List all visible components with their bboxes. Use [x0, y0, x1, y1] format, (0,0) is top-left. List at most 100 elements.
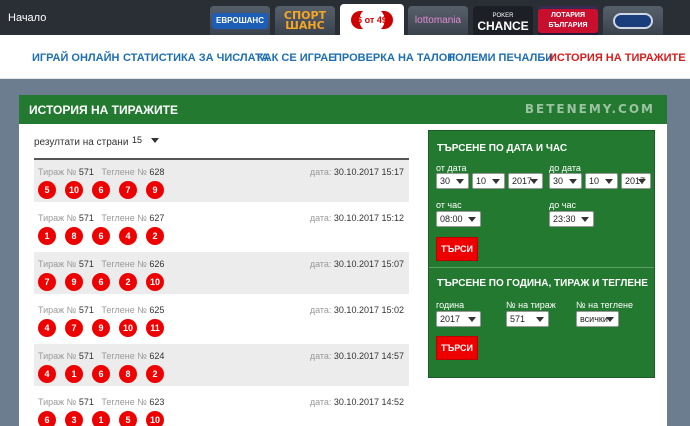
nav-number-statistics[interactable]: СТАТИСТИКА ЗА ЧИСЛАТА [123, 52, 269, 64]
date-label: дата: [309, 167, 332, 177]
draw-date: дата: 30.10.2017 15:12 [310, 213, 404, 223]
draw-label: Тираж № [38, 259, 77, 269]
draw-label: Тираж № [38, 351, 77, 361]
number-ball: 10 [146, 411, 164, 426]
from-year-select[interactable]: 2017 [508, 173, 543, 189]
drawn-numbers: 4 7 9 10 11 [38, 319, 164, 337]
from-date-label: от дата [436, 163, 467, 173]
nav-big-wins[interactable]: ГОЛЕМИ ПЕЧАЛБИ [449, 52, 553, 64]
drawn-numbers: 18642 [38, 227, 164, 245]
nav-draw-history[interactable]: ИСТОРИЯ НА ТИРАЖИТЕ [549, 52, 686, 64]
tab-sport-chance[interactable]: СПОРТ ШАНС [275, 6, 335, 35]
from-month-select[interactable]: 10 [472, 173, 505, 189]
from-time-select[interactable]: 08:00 [436, 211, 481, 227]
draw-row: Тираж № 571 Теглене № 626 дата: 30.10.201… [34, 252, 409, 294]
number-ball: 6 [92, 227, 110, 245]
nav-play-online[interactable]: ИГРАЙ ОНЛАЙН [32, 52, 119, 64]
number-ball: 6 [92, 273, 110, 291]
draw-row: Тираж № 571 Теглене № 624 дата: 30.10.201… [34, 344, 409, 386]
nav-ticket-check[interactable]: ПРОВЕРКА НА ТАЛОН [334, 52, 455, 64]
draw-meta: Тираж № 571 Теглене № 625 [38, 305, 164, 315]
tab-eurochance[interactable]: ЕВРОШАНС [210, 6, 270, 35]
number-ball: 9 [92, 319, 110, 337]
live-logo: 6 от 49 [351, 10, 393, 29]
poker-label: CHANCE [477, 18, 529, 33]
eurochance-logo: ЕВРОШАНС [212, 12, 268, 29]
tab-poker-chance[interactable]: POKER CHANCE [473, 6, 533, 35]
draw-meta: Тираж № 571 Теглене № 627 [38, 213, 164, 223]
draw-number: 571 [78, 351, 94, 361]
draw-meta: Тираж № 571 Теглене № 626 [38, 259, 164, 269]
number-ball: 3 [65, 411, 83, 426]
drawn-numbers: 7 9 6 2 10 [38, 273, 164, 291]
round-label: Теглене № [101, 259, 147, 269]
number-ball: 9 [146, 181, 164, 199]
lottery-bulgaria-logo: ЛОТАРИЯ БЪЛГАРИЯ [538, 8, 598, 33]
round-label: Теглене № [101, 167, 147, 177]
tab-6-of-49-live[interactable]: 6 от 49 [340, 4, 404, 35]
round-number: 624 [149, 351, 165, 361]
to-time-select[interactable]: 23:30 [549, 211, 594, 227]
number-ball: 2 [146, 227, 164, 245]
round-number: 628 [149, 167, 165, 177]
number-ball: 9 [65, 273, 83, 291]
date-label: дата: [309, 259, 332, 269]
draw-date: дата: 30.10.2017 14:52 [310, 397, 404, 407]
round-number-select[interactable]: всички [576, 311, 619, 327]
tab-lottery-bulgaria[interactable]: ЛОТАРИЯ БЪЛГАРИЯ [538, 6, 598, 35]
home-link[interactable]: Начало [8, 12, 46, 24]
draw-label: Тираж № [38, 167, 77, 177]
draw-number-label: № на тираж [506, 300, 556, 310]
main-nav: ИГРАЙ ОНЛАЙН СТАТИСТИКА ЗА ЧИСЛАТА КАК С… [0, 35, 690, 79]
number-ball: 10 [146, 273, 164, 291]
panel-header: ИСТОРИЯ НА ТИРАЖИТЕ BETENEMY.COM [19, 95, 667, 124]
to-day-select[interactable]: 30 [549, 173, 582, 189]
tab-toto[interactable] [603, 6, 663, 35]
to-time-label: до час [549, 200, 576, 210]
year-select[interactable]: 2017 [436, 311, 481, 327]
from-day-select[interactable]: 30 [436, 173, 469, 189]
round-number-label: № на теглене [576, 300, 633, 310]
round-number: 623 [149, 397, 165, 407]
number-ball: 7 [65, 319, 83, 337]
lottomania-logo: lottomania [414, 14, 462, 26]
draw-label: Тираж № [38, 305, 77, 315]
number-ball: 2 [119, 273, 137, 291]
round-number: 625 [149, 305, 165, 315]
date-value: 30.10.2017 15:02 [333, 305, 404, 315]
per-page-select[interactable]: 15 [129, 133, 163, 149]
number-ball: 10 [65, 181, 83, 199]
year-label: година [436, 300, 465, 310]
number-ball: 4 [38, 365, 56, 383]
draw-number-select[interactable]: 571 [506, 311, 549, 327]
number-ball: 1 [65, 365, 83, 383]
draw-label: Тираж № [38, 397, 77, 407]
poker-chance-logo: POKER CHANCE [477, 11, 529, 33]
nav-how-to-play[interactable]: КАК СЕ ИГРАЕ [257, 52, 336, 64]
draw-meta: Тираж № 571 Теглене № 623 [38, 397, 164, 407]
drawn-numbers: 6 3 1 5 10 [38, 411, 164, 426]
drawn-numbers: 5 10 6 7 9 [38, 181, 164, 199]
to-year-select[interactable]: 2017 [621, 173, 651, 189]
number-ball: 6 [92, 181, 110, 199]
draw-date: дата: 30.10.2017 14:57 [310, 351, 404, 361]
number-ball: 8 [65, 227, 83, 245]
search-by-draw-title: ТЪРСЕНЕ ПО ГОДИНА, ТИРАЖ И ТЕГЛЕНЕ [437, 278, 648, 289]
drawn-numbers: 41682 [38, 365, 164, 383]
tab-lottomania[interactable]: lottomania [408, 6, 468, 35]
number-ball: 4 [119, 227, 137, 245]
search-by-draw-button[interactable]: ТЪРСИ [436, 336, 478, 360]
number-ball: 5 [119, 411, 137, 426]
top-bar: Начало ЕВРОШАНС СПОРТ ШАНС 6 от 49 lotto… [0, 0, 690, 35]
round-number: 626 [149, 259, 165, 269]
draw-date: дата: 30.10.2017 15:07 [310, 259, 404, 269]
number-ball: 2 [146, 365, 164, 383]
to-month-select[interactable]: 10 [585, 173, 618, 189]
draw-row: Тираж № 571 Теглене № 623 дата: 30.10.201… [34, 390, 409, 426]
round-label: Теглене № [101, 213, 147, 223]
date-value: 30.10.2017 14:57 [333, 351, 404, 361]
search-by-date-button[interactable]: ТЪРСИ [436, 237, 478, 261]
round-label: Теглене № [101, 351, 147, 361]
number-ball: 6 [38, 411, 56, 426]
date-label: дата: [309, 397, 332, 407]
